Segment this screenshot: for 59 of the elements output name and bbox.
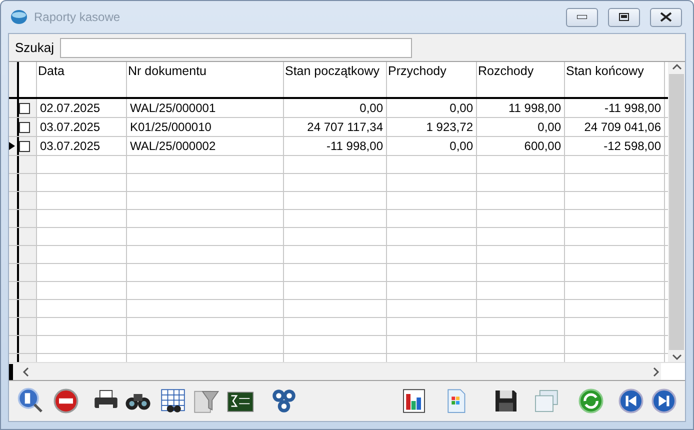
gears-icon bbox=[270, 387, 298, 415]
table-cell: 24 707 117,34 bbox=[284, 118, 387, 136]
table-cell: 03.07.2025 bbox=[37, 137, 127, 155]
row-checkbox[interactable] bbox=[19, 102, 30, 114]
search-label: Szukaj bbox=[15, 40, 54, 55]
maximize-button[interactable] bbox=[608, 8, 640, 26]
table-cell: 0,00 bbox=[477, 118, 565, 136]
table-cell: 1 923,72 bbox=[387, 118, 477, 136]
scroll-left-icon[interactable] bbox=[21, 366, 31, 376]
stop-button[interactable] bbox=[51, 386, 81, 416]
bar-chart-icon bbox=[400, 387, 428, 415]
table-cell: WAL/25/000002 bbox=[127, 137, 284, 155]
row-header[interactable] bbox=[9, 99, 19, 117]
table-cell: WAL/25/000001 bbox=[127, 99, 284, 117]
table-search-icon bbox=[159, 387, 187, 415]
minimize-icon bbox=[577, 15, 587, 19]
column-header[interactable]: Stan końcowy bbox=[565, 62, 665, 97]
scroll-down-icon[interactable] bbox=[672, 352, 682, 362]
app-icon bbox=[10, 9, 28, 25]
row-header[interactable] bbox=[9, 118, 19, 136]
table-cell: 11 998,00 bbox=[477, 99, 565, 117]
search-field[interactable] bbox=[60, 38, 412, 58]
preview-icon bbox=[17, 387, 45, 415]
table-cell: 0,00 bbox=[284, 99, 387, 117]
scroll-position-marker bbox=[9, 364, 13, 380]
column-header[interactable]: Rozchody bbox=[477, 62, 565, 97]
last-icon bbox=[650, 387, 678, 415]
table-cell: -12 598,00 bbox=[565, 137, 665, 155]
close-button[interactable] bbox=[650, 8, 682, 26]
column-header[interactable]: Nr dokumentu bbox=[127, 62, 284, 97]
table-cell: 600,00 bbox=[477, 137, 565, 155]
close-icon bbox=[660, 12, 672, 22]
stop-icon bbox=[52, 387, 80, 415]
scroll-up-icon[interactable] bbox=[672, 62, 682, 72]
table-cell: -11 998,00 bbox=[284, 137, 387, 155]
minimize-button[interactable] bbox=[566, 8, 598, 26]
refresh-icon bbox=[577, 387, 605, 415]
maximize-icon bbox=[619, 13, 629, 21]
last-button[interactable] bbox=[649, 386, 679, 416]
scroll-right-icon[interactable] bbox=[651, 366, 661, 376]
window-title: Raporty kasowe bbox=[34, 10, 122, 24]
table-cell: -11 998,00 bbox=[565, 99, 665, 117]
column-header[interactable]: Data bbox=[37, 62, 127, 97]
table-cell: K01/25/000010 bbox=[127, 118, 284, 136]
table-cell: 0,00 bbox=[387, 99, 477, 117]
first-button[interactable] bbox=[616, 386, 646, 416]
scrollbar-thumb[interactable] bbox=[669, 74, 684, 350]
refresh-button[interactable] bbox=[576, 386, 606, 416]
first-icon bbox=[617, 387, 645, 415]
row-header[interactable] bbox=[9, 137, 19, 155]
table-cell: 02.07.2025 bbox=[37, 99, 127, 117]
table-cell: 03.07.2025 bbox=[37, 118, 127, 136]
table-cell: 0,00 bbox=[387, 137, 477, 155]
windows-icon bbox=[532, 387, 560, 415]
row-checkbox[interactable] bbox=[19, 140, 30, 152]
column-header[interactable]: Przychody bbox=[387, 62, 477, 97]
row-checkbox[interactable] bbox=[19, 122, 30, 132]
table-cell: 24 709 041,06 bbox=[565, 118, 665, 136]
column-header[interactable]: Stan początkowy bbox=[284, 62, 387, 97]
